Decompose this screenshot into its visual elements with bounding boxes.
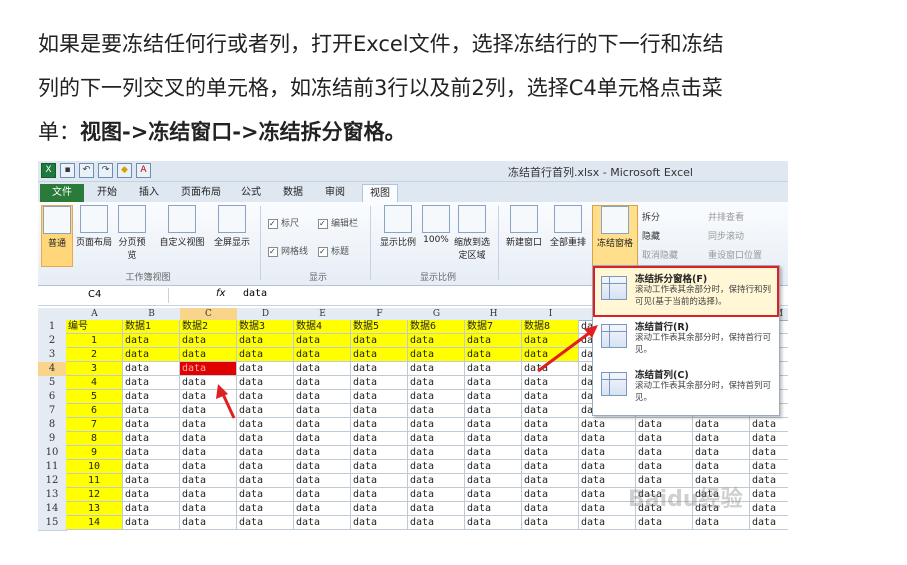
article-line-3-prefix: 单： (38, 120, 80, 144)
arrow-to-cell-line (220, 391, 236, 419)
article-text: 如果是要冻结任何行或者列，打开Excel文件，选择冻结行的下一行和冻结 列的下一… (38, 22, 868, 154)
article-line-1: 如果是要冻结任何行或者列，打开Excel文件，选择冻结行的下一行和冻结 (38, 32, 724, 56)
arrow-to-cell-head (216, 384, 228, 399)
article-menu-path: 视图->冻结窗口->冻结拆分窗格。 (80, 120, 406, 144)
article-line-2: 列的下一列交叉的单元格，如冻结前3行以及前2列，选择C4单元格点击菜 (38, 76, 723, 100)
watermark: Baidu经验 (628, 487, 743, 512)
arrow-to-menu-line (537, 329, 593, 373)
article-line-3: 单：视图->冻结窗口->冻结拆分窗格。 (38, 110, 868, 154)
excel-screenshot: X ▪ ↶ ↷ ◆ A 冻结首行首列.xlsx - Microsoft Exce… (38, 161, 788, 545)
